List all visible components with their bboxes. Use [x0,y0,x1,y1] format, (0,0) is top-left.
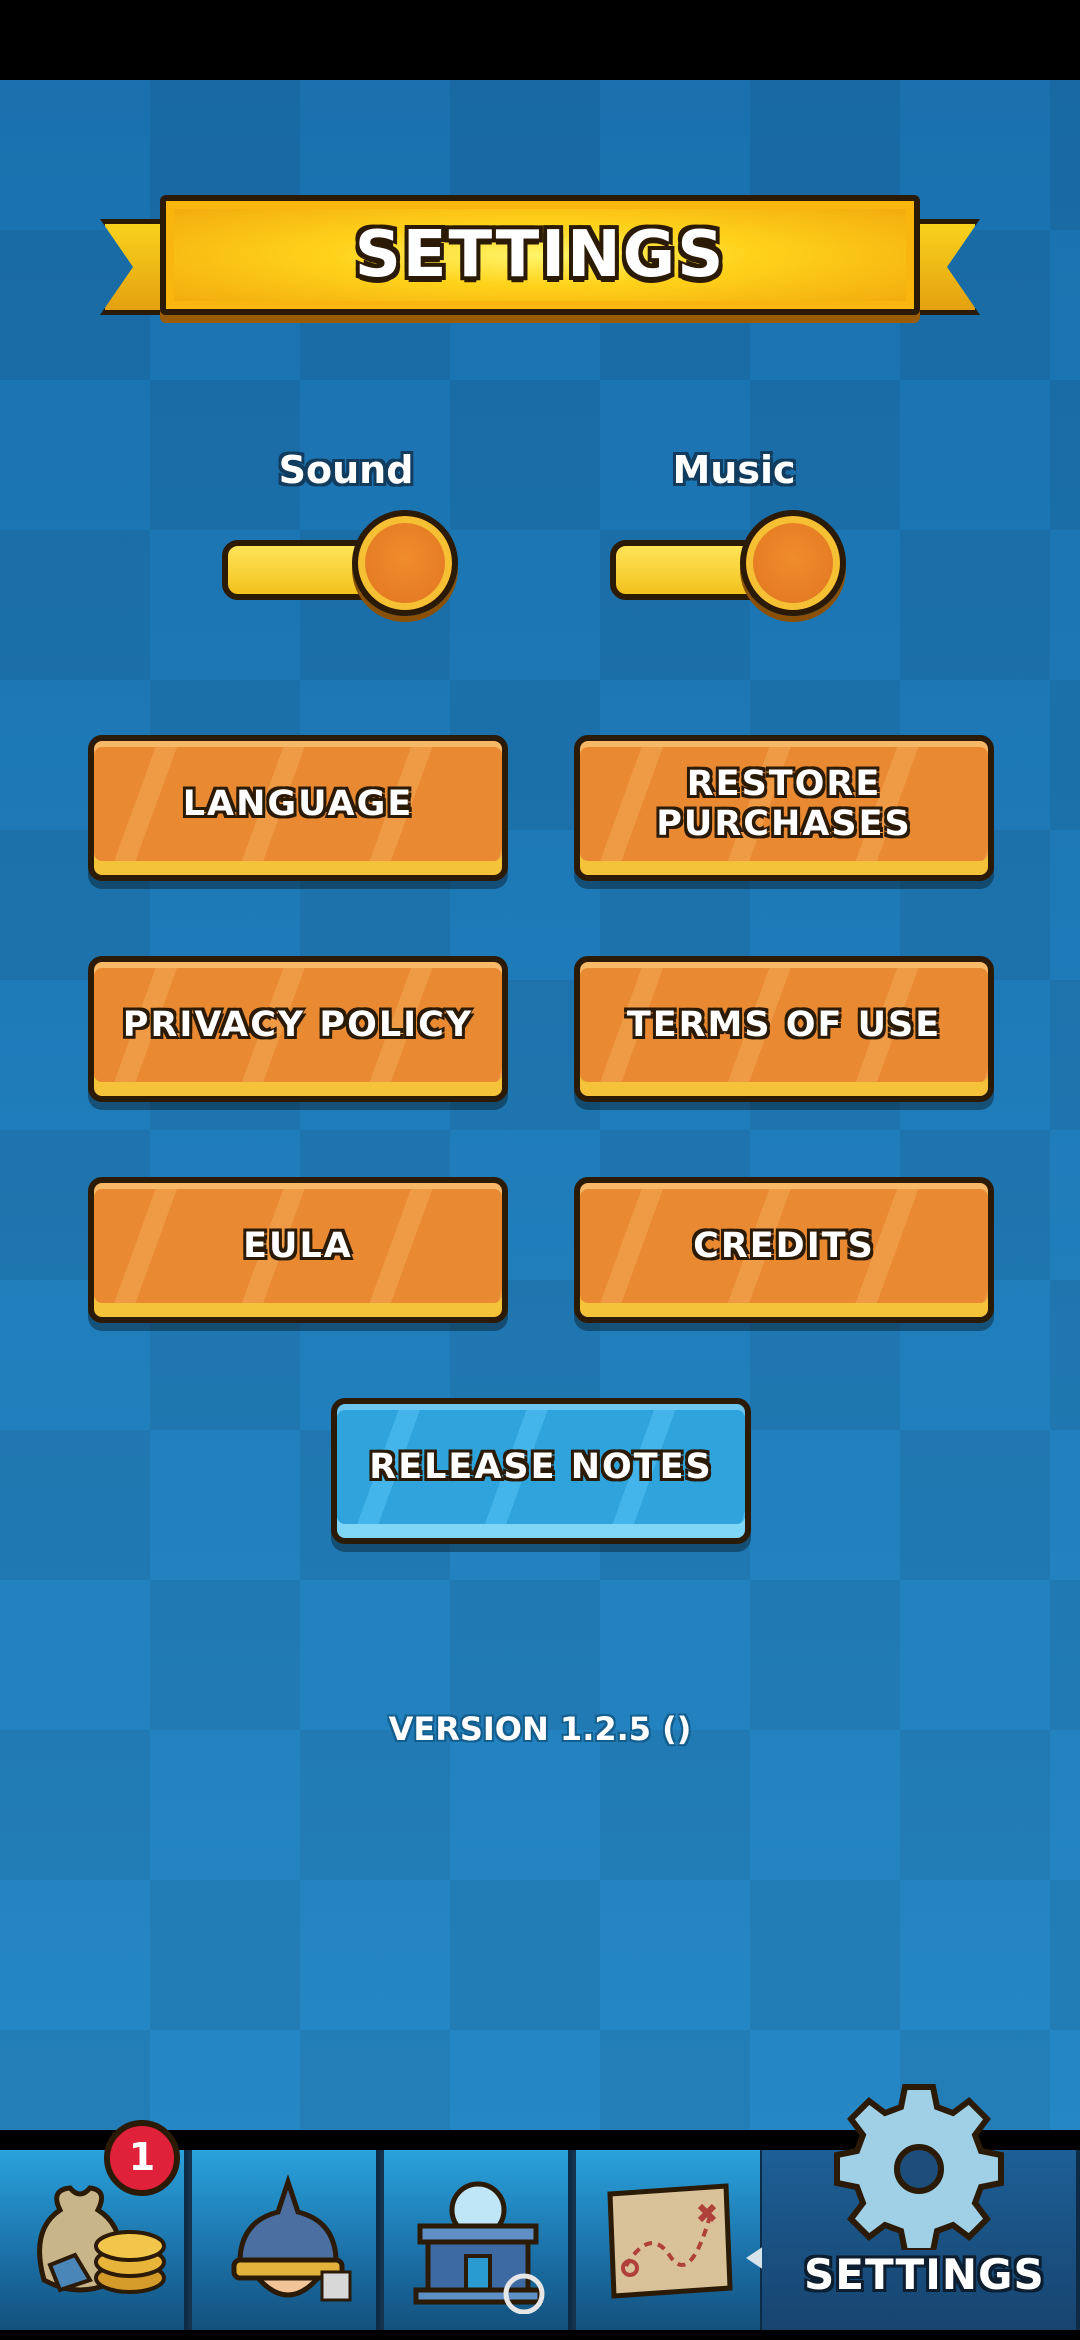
page-title: SETTINGS [354,218,726,292]
system-nav-bar [0,2330,1080,2340]
music-label: Music [672,448,796,492]
eula-button[interactable]: EULA [88,1177,508,1323]
language-button-label: LANGUAGE [182,784,414,824]
eula-button-label: EULA [243,1226,353,1266]
privacy-policy-button-label: PRIVACY POLICY [122,1005,474,1045]
sound-label: Sound [278,448,414,492]
checkered-background [0,80,1080,2130]
settings-banner: SETTINGS [100,195,980,335]
terms-of-use-button[interactable]: TERMS OF USE [574,956,994,1102]
notification-badge: 1 [104,2120,180,2196]
nav-item-heroes[interactable] [192,2150,380,2330]
restore-purchases-line-2: PURCHASES [656,804,912,844]
nav-item-map[interactable] [576,2150,770,2330]
terms-of-use-button-label: TERMS OF USE [626,1005,942,1045]
treasure-map-icon [607,2183,733,2299]
nav-item-museum[interactable] [384,2150,572,2330]
status-bar [0,0,1080,80]
credits-button[interactable]: CREDITS [574,1177,994,1323]
music-toggle-knob[interactable] [740,510,846,616]
release-notes-button[interactable]: RELEASE NOTES [331,1398,751,1544]
banner-plate: SETTINGS [160,195,920,315]
nav-settings-label: SETTINGS [804,2250,1045,2299]
nav-item-settings[interactable] [762,2084,1080,2330]
version-text: VERSION 1.2.5 () [388,1710,692,1748]
restore-purchases-button-label: RESTORE PURCHASES [656,764,911,852]
bottom-nav: 1 [0,2084,1080,2340]
music-toggle[interactable] [610,510,850,620]
museum-icon [413,2181,545,2314]
language-button[interactable]: LANGUAGE [88,735,508,881]
privacy-policy-button[interactable]: PRIVACY POLICY [88,956,508,1102]
release-notes-button-label: RELEASE NOTES [369,1447,713,1487]
credits-button-label: CREDITS [693,1226,875,1266]
restore-purchases-line-1: RESTORE [686,764,882,804]
sound-toggle-knob[interactable] [352,510,458,616]
gear-icon [834,2084,1004,2250]
helmet-icon [231,2174,352,2302]
restore-purchases-button[interactable]: RESTORE PURCHASES [574,735,994,881]
sound-toggle[interactable] [222,510,462,620]
